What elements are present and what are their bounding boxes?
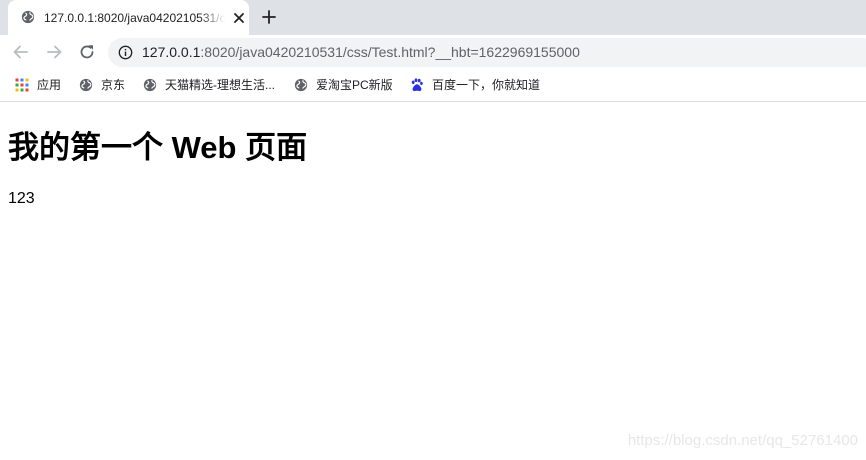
info-icon[interactable] <box>118 45 133 60</box>
browser-toolbar: 127.0.0.1:8020/java0420210531/css/Test.h… <box>0 35 866 69</box>
back-arrow-icon[interactable] <box>11 42 31 62</box>
bookmark-baidu[interactable]: 百度一下，你就知道 <box>410 76 544 94</box>
bookmarks-bar: 应用 京东 天猫精选-理想生活... 爱淘宝PC新版 百度一下，你就知道 <box>0 69 866 102</box>
globe-icon <box>21 10 35 24</box>
globe-icon <box>79 78 93 92</box>
new-tab-plus-icon[interactable] <box>259 7 279 27</box>
url-path: :8020/java0420210531/css/Test.html?__hbt… <box>200 44 580 60</box>
apps-grid-icon <box>15 78 29 92</box>
csdn-watermark: https://blog.csdn.net/qq_52761400 <box>627 432 858 449</box>
bookmark-apps[interactable]: 应用 <box>15 76 65 94</box>
page-viewport: 我的第一个 Web 页面 123 https://blog.csdn.net/q… <box>0 103 866 460</box>
url-host: 127.0.0.1 <box>142 44 201 60</box>
bookmark-label: 百度一下，你就知道 <box>432 78 541 92</box>
bookmark-aitaobao[interactable]: 爱淘宝PC新版 <box>294 76 396 94</box>
bookmark-label: 应用 <box>37 78 62 92</box>
bookmark-label: 京东 <box>101 78 126 92</box>
globe-icon <box>143 78 157 92</box>
close-icon[interactable] <box>232 11 246 25</box>
reload-icon[interactable] <box>77 42 97 62</box>
page-paragraph: 123 <box>8 190 35 207</box>
browser-tab-active[interactable]: 127.0.0.1:8020/java0420210531/css/Test.h… <box>8 0 249 35</box>
url-text[interactable]: 127.0.0.1:8020/java0420210531/css/Test.h… <box>142 44 580 61</box>
address-bar[interactable]: 127.0.0.1:8020/java0420210531/css/Test.h… <box>108 38 866 67</box>
bookmark-label: 爱淘宝PC新版 <box>316 78 393 92</box>
tab-title: 127.0.0.1:8020/java0420210531/css/Test.h… <box>44 11 225 25</box>
bookmark-tmall[interactable]: 天猫精选-理想生活... <box>143 76 281 94</box>
forward-arrow-icon[interactable] <box>44 42 64 62</box>
globe-icon <box>294 78 308 92</box>
bookmark-jd[interactable]: 京东 <box>79 76 129 94</box>
tab-strip: 127.0.0.1:8020/java0420210531/css/Test.h… <box>0 0 866 35</box>
page-heading: 我的第一个 Web 页面 <box>8 130 308 165</box>
baidu-paw-icon <box>411 78 423 92</box>
bookmark-label: 天猫精选-理想生活... <box>165 78 275 92</box>
